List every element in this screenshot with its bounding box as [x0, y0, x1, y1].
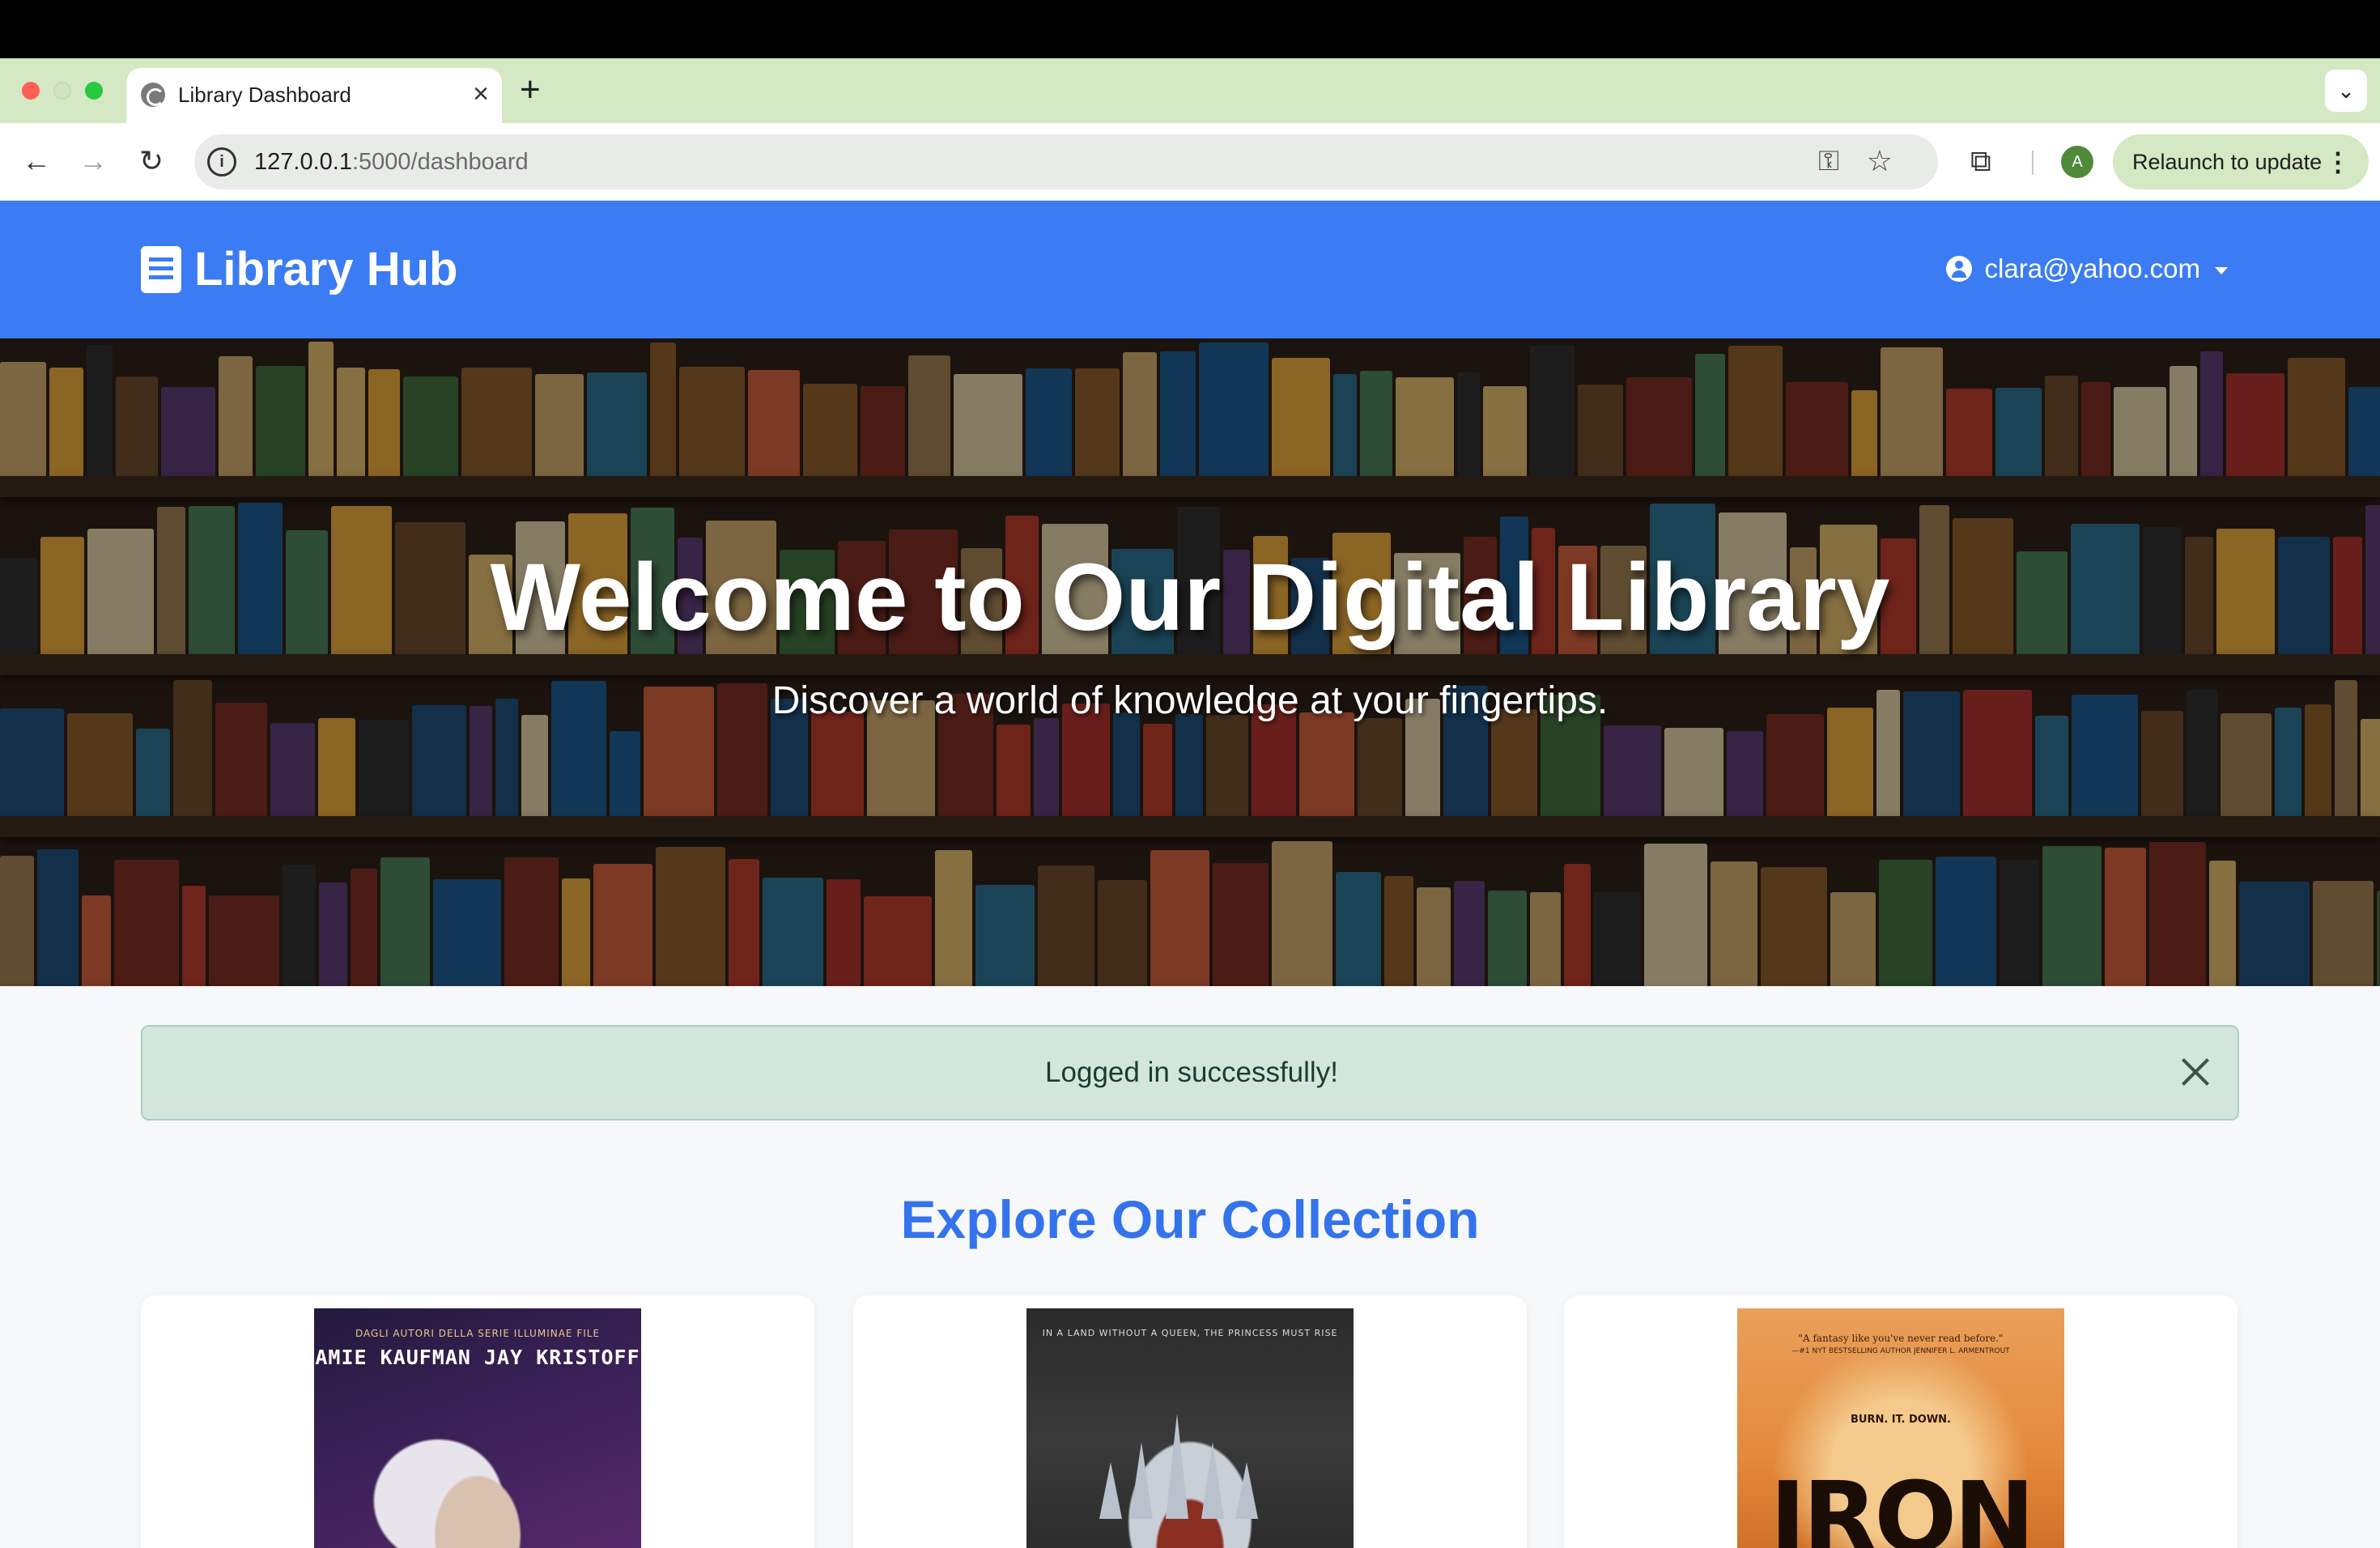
relaunch-button[interactable]: Relaunch to update ⋮	[2113, 134, 2369, 189]
cover-tagline: IN A LAND WITHOUT A QUEEN, THE PRINCESS …	[1042, 1328, 1338, 1338]
back-arrow-icon[interactable]: ←	[16, 141, 57, 181]
window-zoom-button[interactable]	[85, 82, 103, 100]
hero-banner: Welcome to Our Digital Library Discover …	[0, 338, 2380, 986]
close-icon[interactable]: ×	[473, 78, 489, 110]
toolbar-divider	[2032, 151, 2034, 175]
tab-search-button[interactable]: ⌄	[2325, 70, 2367, 112]
collection-title: Explore Our Collection	[900, 1189, 1480, 1249]
reload-icon[interactable]: ↻	[131, 141, 172, 181]
extensions-puzzle-icon[interactable]: ⧉	[1970, 141, 1991, 181]
browser-tab[interactable]: Library Dashboard ×	[126, 68, 502, 123]
page: Library Hub clara@yahoo.com Welcome to O…	[0, 201, 2380, 1548]
hero-subtitle: Discover a world of knowledge at your fi…	[771, 679, 1609, 722]
globe-icon	[141, 83, 165, 107]
new-tab-button[interactable]: +	[520, 70, 541, 110]
alert-message: Logged in successfully!	[1045, 1057, 1338, 1088]
cover-quote-attribution: —#1 NYT BESTSELLING AUTHOR JENNIFER L. A…	[1791, 1347, 2010, 1355]
window-close-button[interactable]	[22, 82, 40, 100]
book-card[interactable]: IN A LAND WITHOUT A QUEEN, THE PRINCESS …	[853, 1295, 1527, 1548]
book-card[interactable]: DAGLI AUTORI DELLA SERIE ILLUMINAE FILE …	[141, 1295, 814, 1548]
hero-overlay	[0, 338, 2380, 986]
kebab-menu-icon[interactable]: ⋮	[2325, 134, 2351, 189]
forward-arrow-icon[interactable]: →	[73, 141, 113, 181]
book-cover[interactable]: DAGLI AUTORI DELLA SERIE ILLUMINAE FILE …	[314, 1308, 641, 1548]
cover-tagline: BURN. IT. DOWN.	[1850, 1414, 1951, 1426]
browser-toolbar: ← → ↻ i 127.0.0.1:5000/dashboard ⚿ ☆ ⧉ A…	[0, 123, 2380, 201]
cover-quote: "A fantasy like you've never read before…	[1798, 1333, 2004, 1344]
screen-top-bar	[0, 0, 2380, 58]
success-alert: Logged in successfully!	[141, 1025, 2239, 1121]
site-info-icon[interactable]: i	[207, 147, 236, 176]
hero-title: Welcome to Our Digital Library	[490, 544, 1890, 651]
book-icon	[141, 246, 181, 293]
relaunch-label: Relaunch to update	[2132, 150, 2323, 174]
cover-tagline: DAGLI AUTORI DELLA SERIE ILLUMINAE FILE	[355, 1328, 601, 1339]
book-cover[interactable]: IN A LAND WITHOUT A QUEEN, THE PRINCESS …	[1026, 1308, 1354, 1548]
cover-title: IRON	[1770, 1462, 2035, 1548]
url-text[interactable]: 127.0.0.1:5000/dashboard	[254, 149, 529, 176]
user-dropdown[interactable]: clara@yahoo.com	[1945, 251, 2228, 287]
user-email: clara@yahoo.com	[1984, 253, 2200, 283]
brand-name: Library Hub	[194, 243, 458, 296]
caret-down-icon	[2215, 267, 2228, 274]
close-icon[interactable]	[2178, 1054, 2213, 1090]
site-navbar: Library Hub clara@yahoo.com	[0, 201, 2380, 338]
address-bar[interactable]: i 127.0.0.1:5000/dashboard ⚿ ☆	[194, 134, 1938, 189]
bookmark-star-icon[interactable]: ☆	[1867, 144, 1893, 178]
cover-authors: AMIE KAUFMAN JAY KRISTOFF	[315, 1346, 640, 1369]
book-card[interactable]: "A fantasy like you've never read before…	[1564, 1295, 2238, 1548]
window-minimize-button[interactable]	[53, 82, 71, 100]
crown-illustration	[1099, 1406, 1281, 1519]
book-cover[interactable]: "A fantasy like you've never read before…	[1737, 1308, 2064, 1548]
user-circle-icon	[1945, 256, 1972, 282]
password-key-icon[interactable]: ⚿	[1818, 146, 1839, 177]
profile-avatar[interactable]: A	[2061, 146, 2093, 178]
tab-title: Library Dashboard	[178, 83, 351, 107]
